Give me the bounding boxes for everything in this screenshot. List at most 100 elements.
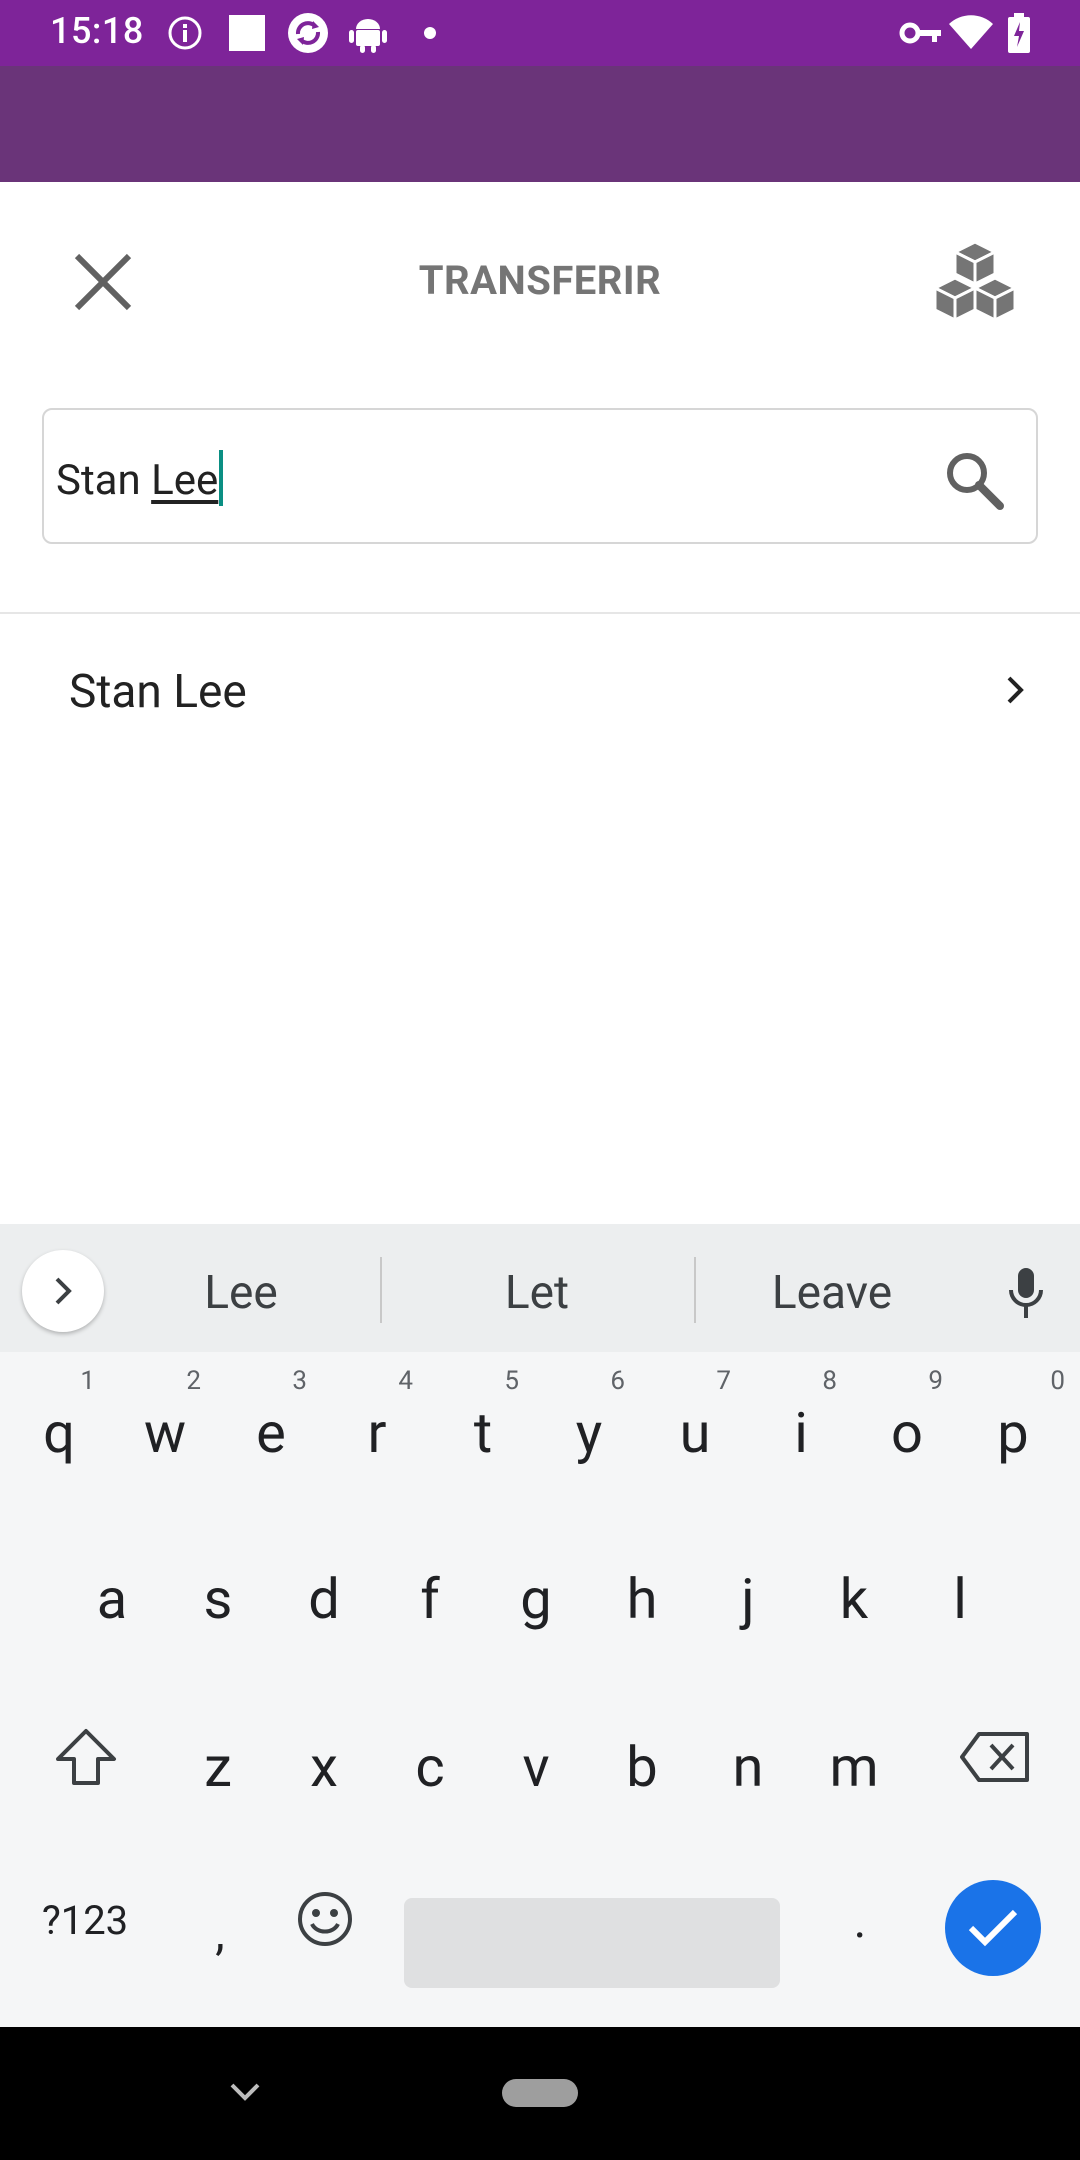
key-label: d <box>308 1566 340 1632</box>
search-text-prefix: Stan <box>56 456 152 505</box>
info-icon <box>164 12 206 54</box>
shift-key[interactable] <box>30 1682 142 1832</box>
key-t[interactable]: 5t <box>433 1352 533 1502</box>
key-label: c <box>415 1734 445 1800</box>
key-d[interactable]: d <box>274 1518 374 1668</box>
suggestion-bar: Lee Let Leave <box>0 1224 1080 1352</box>
search-input[interactable]: Stan Lee <box>56 450 224 506</box>
mic-icon <box>1009 1268 1043 1318</box>
blocks-button[interactable] <box>920 234 1030 334</box>
key-z[interactable]: z <box>168 1686 268 1836</box>
key-n[interactable]: n <box>698 1686 798 1836</box>
key-label: w <box>143 1400 187 1466</box>
key-h[interactable]: h <box>592 1518 692 1668</box>
key-label: l <box>953 1566 967 1632</box>
key-p[interactable]: 0p <box>963 1352 1065 1502</box>
key-label: h <box>626 1566 658 1632</box>
key-o[interactable]: 9o <box>857 1352 957 1502</box>
page-title: TRANSFERIR <box>418 257 662 304</box>
search-text-composing: Lee <box>151 456 219 505</box>
app-header-band <box>0 66 1080 182</box>
key-i[interactable]: 8i <box>751 1352 851 1502</box>
key-q[interactable]: 1q <box>9 1352 109 1502</box>
key-hint: 0 <box>1050 1366 1065 1396</box>
key-hint: 6 <box>610 1366 625 1396</box>
suggestion-3[interactable]: Leave <box>692 1266 972 1320</box>
comma-key[interactable]: , <box>180 1872 260 1992</box>
key-b[interactable]: b <box>592 1686 692 1836</box>
key-label: f <box>420 1566 440 1632</box>
key-label: v <box>522 1734 550 1800</box>
key-e[interactable]: 3e <box>221 1352 321 1502</box>
key-label: y <box>575 1400 603 1466</box>
key-g[interactable]: g <box>486 1518 586 1668</box>
list-item[interactable]: Stan Lee <box>0 620 1080 765</box>
key-label: u <box>679 1400 711 1466</box>
key-label: m <box>829 1734 879 1800</box>
search-icon <box>947 453 1004 510</box>
chevron-right-icon <box>55 1277 72 1305</box>
key-label: g <box>520 1566 552 1632</box>
status-bar: 15:18 <box>0 0 1080 66</box>
key-c[interactable]: c <box>380 1686 480 1836</box>
key-hint: 2 <box>186 1366 201 1396</box>
key-f[interactable]: f <box>380 1518 480 1668</box>
backspace-key[interactable] <box>940 1682 1050 1832</box>
key-label: s <box>203 1566 233 1632</box>
key-label: i <box>794 1400 808 1466</box>
key-label: n <box>732 1734 764 1800</box>
suggestion-1[interactable]: Lee <box>101 1266 381 1320</box>
key-label: e <box>256 1400 286 1466</box>
key-hint: 4 <box>398 1366 413 1396</box>
shift-icon <box>56 1729 116 1785</box>
wifi-icon <box>946 12 996 54</box>
space-key[interactable] <box>404 1898 780 1988</box>
key-m[interactable]: m <box>804 1686 904 1836</box>
emoji-key[interactable] <box>282 1864 368 1974</box>
key-label: x <box>310 1734 338 1800</box>
key-label: r <box>367 1400 387 1466</box>
home-button[interactable] <box>502 2079 578 2107</box>
dot-icon <box>418 12 442 54</box>
key-hint: 7 <box>716 1366 731 1396</box>
key-k[interactable]: k <box>804 1518 904 1668</box>
search-field[interactable]: Stan Lee <box>42 408 1038 544</box>
key-label: j <box>741 1566 755 1632</box>
key-hint: 8 <box>822 1366 837 1396</box>
battery-charging-icon <box>1004 12 1034 54</box>
key-x[interactable]: x <box>274 1686 374 1836</box>
key-label: k <box>839 1566 869 1632</box>
suggestion-2[interactable]: Let <box>397 1266 677 1320</box>
key-l[interactable]: l <box>910 1518 1010 1668</box>
key-w[interactable]: 2w <box>115 1352 215 1502</box>
divider <box>0 612 1080 614</box>
square-icon <box>226 12 268 54</box>
period-key[interactable]: . <box>820 1860 900 1980</box>
expand-toolbar-button[interactable] <box>22 1250 104 1332</box>
key-area: 1q 2w 3e 4r 5t 6y 7u 8i 9o 0p a s d f g … <box>0 1352 1080 2027</box>
search-button[interactable] <box>934 440 1014 520</box>
key-label: z <box>204 1734 232 1800</box>
list-item-label: Stan Lee <box>69 665 247 719</box>
symbols-key[interactable]: ?123 <box>20 1860 150 1980</box>
sync-icon <box>286 12 330 54</box>
key-label: t <box>473 1400 493 1466</box>
key-r[interactable]: 4r <box>327 1352 427 1502</box>
vpn-key-icon <box>896 12 946 54</box>
enter-key[interactable] <box>945 1880 1041 1976</box>
key-u[interactable]: 7u <box>645 1352 745 1502</box>
key-s[interactable]: s <box>168 1518 268 1668</box>
key-hint: 3 <box>292 1366 307 1396</box>
status-time: 15:18 <box>50 10 144 52</box>
key-v[interactable]: v <box>486 1686 586 1836</box>
key-j[interactable]: j <box>698 1518 798 1668</box>
hide-keyboard-button[interactable] <box>220 2067 270 2117</box>
key-label: p <box>997 1400 1029 1466</box>
chevron-down-icon <box>230 2083 260 2101</box>
key-hint: 5 <box>504 1366 519 1396</box>
key-y[interactable]: 6y <box>539 1352 639 1502</box>
key-a[interactable]: a <box>62 1518 162 1668</box>
key-label: a <box>96 1566 128 1632</box>
backspace-icon <box>960 1732 1029 1782</box>
voice-input-button[interactable] <box>1000 1264 1052 1324</box>
